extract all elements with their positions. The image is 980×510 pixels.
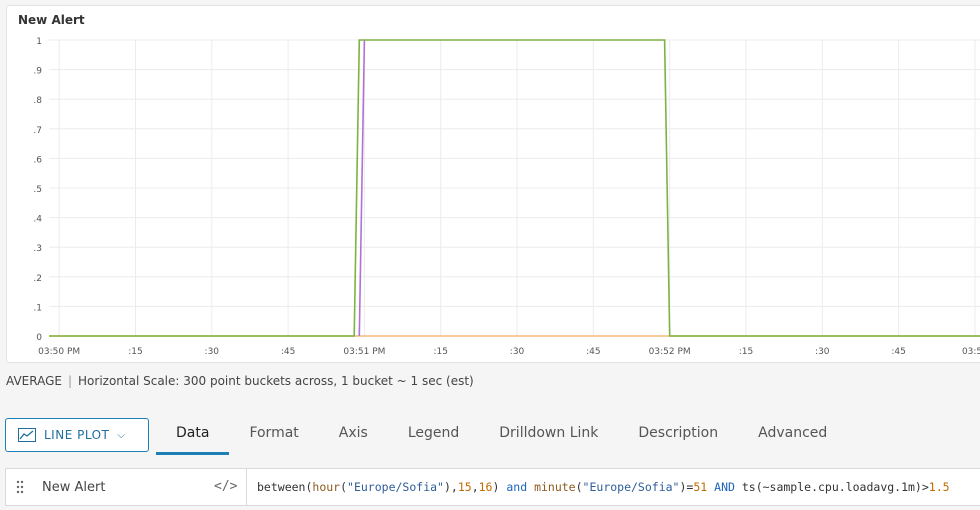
x-tick-label: :30 — [205, 347, 220, 357]
tab-description[interactable]: Description — [618, 413, 738, 455]
line-chart[interactable]: 1 .9 .8 .7 .6 .5 .4 .3 .2 .1 0 03:50 PM :15 :30 :45 03:… — [0, 0, 980, 365]
x-tick-label: 03:50 PM — [38, 347, 80, 357]
x-tick-label: 03:52 PM — [649, 347, 691, 357]
y-tick-label: .1 — [33, 303, 42, 313]
query-input[interactable]: between(hour("Europe/Sofia"),15,16) and … — [257, 480, 950, 494]
query-divider — [246, 469, 247, 505]
y-tick-label: .7 — [33, 126, 42, 136]
query-token: between( — [257, 480, 313, 494]
x-tick-label: :45 — [586, 347, 600, 357]
query-token: 1.5 — [928, 480, 950, 494]
x-tick-label: 03:51 PM — [343, 347, 385, 357]
tab-advanced[interactable]: Advanced — [738, 413, 847, 455]
y-tick-label: .2 — [33, 274, 42, 284]
query-token: "Europe/Sofia" — [582, 480, 680, 494]
y-tick-label: .4 — [33, 215, 42, 225]
query-token: hour — [312, 480, 341, 494]
summary-separator: | — [67, 374, 73, 388]
y-tick-label: 0 — [36, 333, 42, 343]
chart-status-bar: AVERAGE | Horizontal Scale: 300 point buck… — [6, 374, 474, 388]
horizontal-scale-text: Horizontal Scale: 300 point buckets acro… — [78, 374, 474, 388]
chevron-down-icon: ⌵ — [117, 429, 126, 441]
summary-label: AVERAGE — [6, 374, 62, 388]
query-name[interactable]: New Alert — [42, 480, 105, 495]
x-tick-label: 03:53 — [962, 347, 980, 357]
query-token: ), — [443, 480, 458, 494]
editor-tabs: Data Format Axis Legend Drilldown Link Descri… — [156, 413, 847, 455]
query-token: )= — [679, 480, 694, 494]
query-token: 16 — [478, 480, 493, 494]
x-tick-label: :15 — [433, 347, 447, 357]
query-token: ( — [340, 480, 348, 494]
x-tick-label: :15 — [128, 347, 142, 357]
query-token: minute — [534, 480, 576, 494]
y-tick-label: .6 — [33, 155, 42, 165]
chart-editor-toolbar: LINE PLOT ⌵ Data Format Axis Legend Drilldow… — [0, 413, 980, 459]
code-toggle-button[interactable]: </> — [214, 479, 237, 494]
query-row: New Alert </> between(hour("Europe/Sofia… — [5, 468, 980, 506]
y-tick-label: .3 — [33, 244, 42, 254]
x-tick-label: :30 — [510, 347, 525, 357]
y-tick-label: .5 — [33, 185, 42, 195]
tab-format[interactable]: Format — [229, 413, 318, 455]
x-tick-label: :15 — [739, 347, 753, 357]
query-token: , — [471, 480, 479, 494]
query-token: AND — [714, 480, 735, 494]
query-token: ( — [575, 480, 583, 494]
query-token: ) — [492, 480, 507, 494]
tab-legend[interactable]: Legend — [388, 413, 479, 455]
tab-data[interactable]: Data — [156, 413, 230, 455]
query-token: and — [506, 480, 528, 494]
tab-axis[interactable]: Axis — [319, 413, 388, 455]
tab-drilldown-link[interactable]: Drilldown Link — [479, 413, 618, 455]
query-token: ts(~sample.cpu.loadavg.1m)> — [734, 480, 929, 494]
query-token: "Europe/Sofia" — [347, 480, 444, 494]
y-tick-label: 1 — [36, 37, 42, 47]
query-token: 51 — [693, 480, 708, 494]
plot-type-dropdown[interactable]: LINE PLOT ⌵ — [5, 418, 149, 452]
y-tick-label: .8 — [33, 96, 42, 106]
query-token: 15 — [457, 480, 472, 494]
drag-handle-icon[interactable] — [16, 480, 24, 494]
y-tick-label: .9 — [33, 67, 42, 77]
line-chart-icon — [18, 428, 36, 442]
plot-type-label: LINE PLOT — [44, 428, 110, 442]
x-tick-label: :45 — [281, 347, 295, 357]
x-tick-label: :30 — [815, 347, 830, 357]
x-tick-label: :45 — [891, 347, 905, 357]
